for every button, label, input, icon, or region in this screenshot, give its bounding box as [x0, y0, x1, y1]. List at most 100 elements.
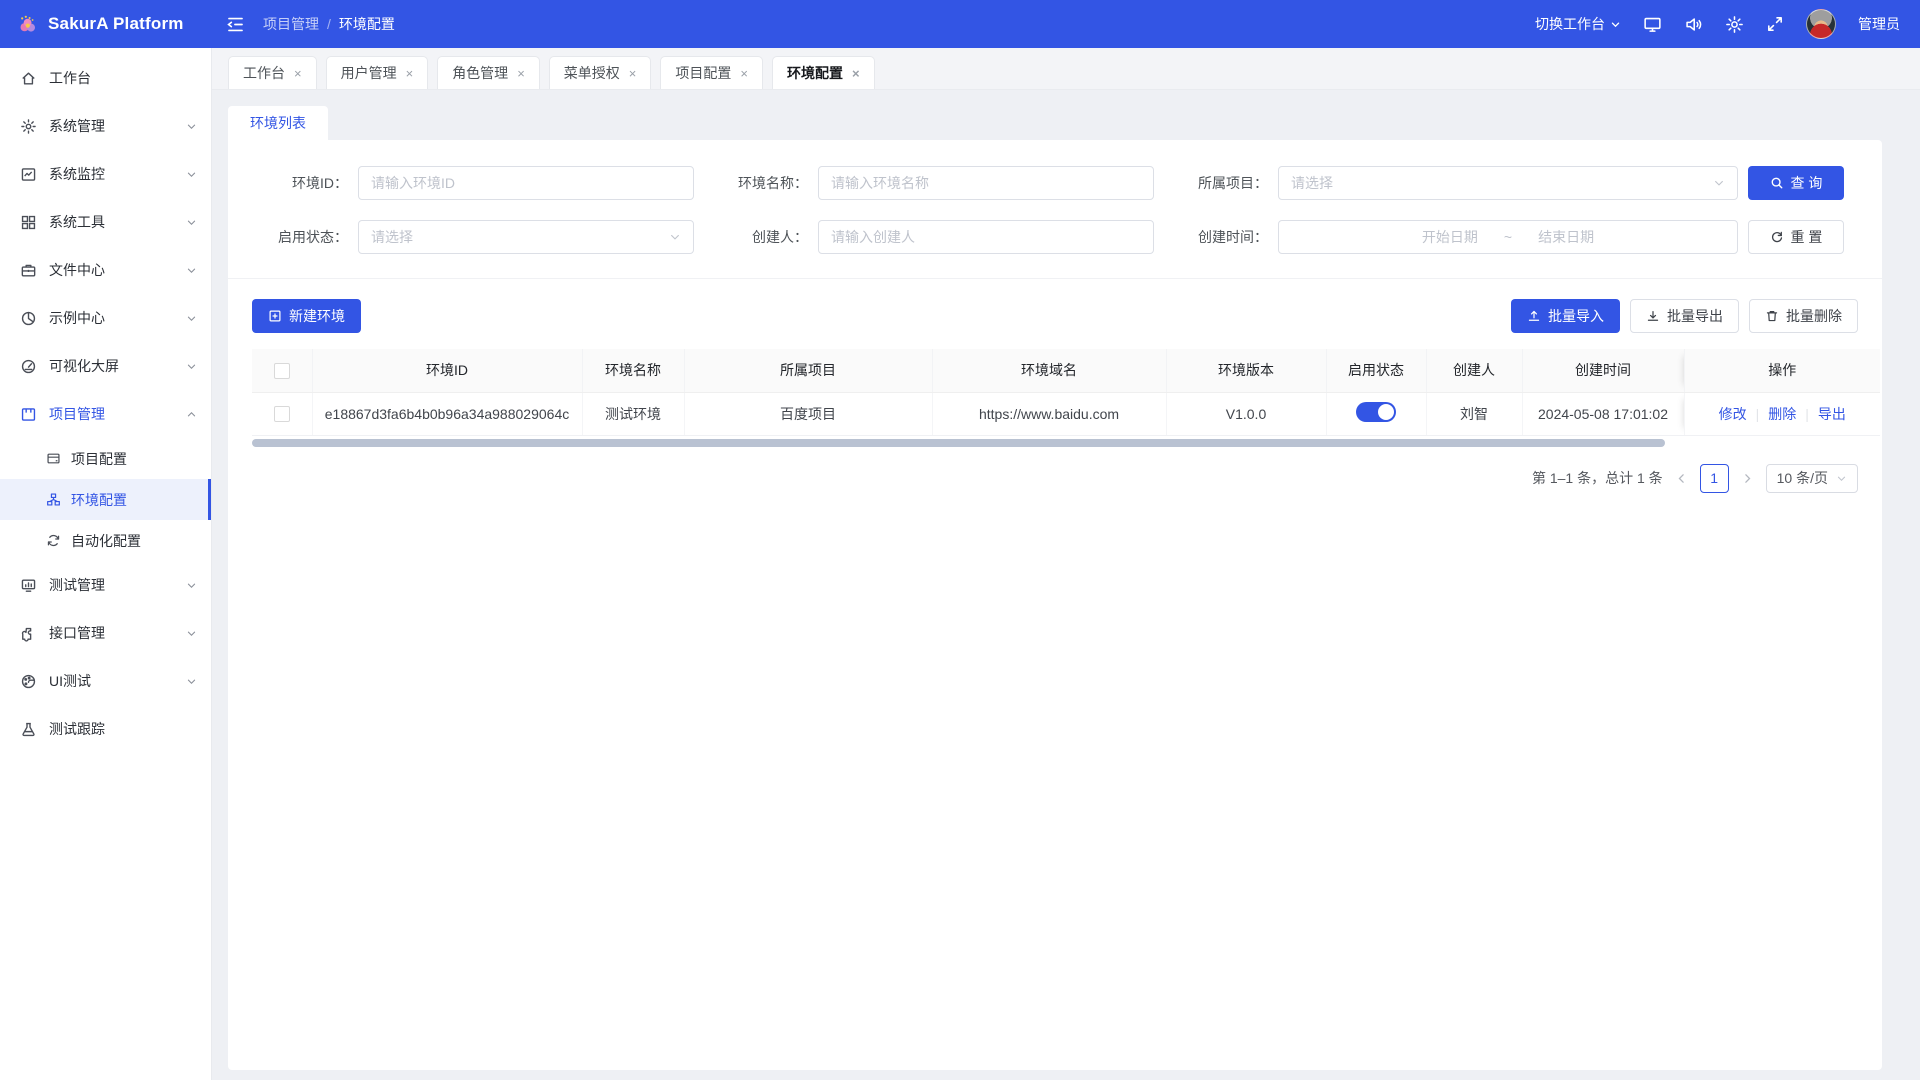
close-icon[interactable]: ×	[517, 66, 525, 81]
scrollbar-thumb[interactable]	[252, 439, 1665, 447]
status-label: 启用状态：	[252, 227, 348, 247]
flask-icon	[20, 721, 37, 738]
batch-export-button[interactable]: 批量导出	[1630, 299, 1739, 333]
brand[interactable]: SakurA Platform	[0, 12, 212, 36]
sidebar-item-system-monitor[interactable]: 系统监控	[0, 150, 211, 198]
batch-delete-label: 批量删除	[1786, 306, 1842, 326]
horizontal-scrollbar	[252, 439, 1858, 447]
sidebar-item-workbench[interactable]: 工作台	[0, 54, 211, 102]
reset-button[interactable]: 重 置	[1748, 220, 1844, 254]
column-header-env-id: 环境ID	[312, 349, 582, 392]
batch-import-label: 批量导入	[1548, 306, 1604, 326]
tab-environment-config[interactable]: 环境配置 ×	[772, 56, 875, 89]
close-icon[interactable]: ×	[740, 66, 748, 81]
search-icon	[1770, 176, 1784, 190]
row-checkbox[interactable]	[274, 406, 290, 422]
batch-delete-button[interactable]: 批量删除	[1749, 299, 1858, 333]
speaker-icon[interactable]	[1684, 15, 1703, 34]
chevron-down-icon	[186, 628, 197, 639]
created-time-label: 创建时间：	[1164, 227, 1268, 247]
creator-label: 创建人：	[704, 227, 808, 247]
sidebar-subitem-environment-config[interactable]: 环境配置	[0, 479, 211, 520]
sidebar-subitem-project-config[interactable]: 项目配置	[0, 438, 211, 479]
gear-icon[interactable]	[1725, 15, 1744, 34]
panel-tab-environment-list[interactable]: 环境列表	[228, 106, 328, 140]
table-header-row: 环境ID 环境名称 所属项目 环境域名 环境版本 启用状态 创建人 创建时间 操…	[252, 349, 1880, 392]
chevron-down-icon	[669, 231, 681, 243]
export-link[interactable]: 导出	[1818, 404, 1846, 424]
project-select[interactable]: 请选择	[1278, 166, 1738, 200]
close-icon[interactable]: ×	[294, 66, 302, 81]
status-select[interactable]: 请选择	[358, 220, 694, 254]
sidebar-item-label: 环境配置	[71, 490, 194, 510]
puzzle-icon	[20, 625, 37, 642]
briefcase-icon	[20, 262, 37, 279]
chevron-down-icon	[1836, 473, 1847, 484]
tab-project-config[interactable]: 项目配置 ×	[660, 56, 763, 89]
sidebar-item-label: 自动化配置	[71, 531, 197, 551]
sidebar: 工作台 系统管理 系统监控 系统工具	[0, 48, 212, 1080]
switch-workspace-button[interactable]: 切换工作台	[1535, 14, 1621, 34]
chevron-down-icon	[186, 169, 197, 180]
home-icon	[20, 70, 37, 87]
environment-list-card: 环境ID： 环境名称： 所属项目： 请选择	[228, 140, 1882, 1070]
new-environment-label: 新建环境	[289, 306, 345, 326]
sidebar-item-label: 项目管理	[49, 404, 174, 424]
search-button[interactable]: 查 询	[1748, 166, 1844, 200]
chevron-down-icon	[1713, 177, 1725, 189]
sidebar-item-ui-test[interactable]: UI测试	[0, 657, 211, 705]
sidebar-item-system-management[interactable]: 系统管理	[0, 102, 211, 150]
sidebar-item-label: 系统管理	[49, 116, 174, 136]
sidebar-subitem-automation-config[interactable]: 自动化配置	[0, 520, 211, 561]
project-icon	[20, 406, 37, 423]
env-name-input[interactable]	[818, 166, 1154, 200]
test-monitor-icon	[20, 577, 37, 594]
panel-tab-label: 环境列表	[250, 113, 306, 133]
fullscreen-icon[interactable]	[1766, 15, 1784, 33]
sidebar-item-file-center[interactable]: 文件中心	[0, 246, 211, 294]
sidebar-item-project-management[interactable]: 项目管理	[0, 390, 211, 438]
column-header-creator: 创建人	[1426, 349, 1522, 392]
sidebar-item-visual-dashboard[interactable]: 可视化大屏	[0, 342, 211, 390]
prev-page-icon[interactable]	[1675, 472, 1688, 485]
monitor-icon[interactable]	[1643, 15, 1662, 34]
trash-icon	[1765, 309, 1779, 323]
env-id-input[interactable]	[358, 166, 694, 200]
close-icon[interactable]: ×	[852, 66, 860, 81]
page-number[interactable]: 1	[1700, 464, 1729, 493]
close-icon[interactable]: ×	[629, 66, 637, 81]
delete-link[interactable]: 删除	[1768, 404, 1796, 424]
page-size-select[interactable]: 10 条/页	[1766, 464, 1858, 493]
batch-import-button[interactable]: 批量导入	[1511, 299, 1620, 333]
avatar[interactable]	[1806, 9, 1836, 39]
tab-user-management[interactable]: 用户管理 ×	[326, 56, 429, 89]
close-icon[interactable]: ×	[406, 66, 414, 81]
creator-input[interactable]	[818, 220, 1154, 254]
sidebar-collapse-icon[interactable]	[226, 15, 245, 34]
reset-button-label: 重 置	[1791, 227, 1823, 247]
sidebar-item-system-tools[interactable]: 系统工具	[0, 198, 211, 246]
tab-workbench[interactable]: 工作台 ×	[228, 56, 317, 89]
edit-link[interactable]: 修改	[1719, 404, 1747, 424]
chevron-down-icon	[1610, 19, 1621, 30]
column-header-domain: 环境域名	[932, 349, 1166, 392]
username[interactable]: 管理员	[1858, 14, 1900, 34]
select-all-checkbox[interactable]	[274, 363, 290, 379]
download-icon	[1646, 309, 1660, 323]
sidebar-item-label: UI测试	[49, 671, 174, 691]
sidebar-item-test-management[interactable]: 测试管理	[0, 561, 211, 609]
sidebar-item-api-management[interactable]: 接口管理	[0, 609, 211, 657]
enabled-toggle[interactable]	[1356, 402, 1396, 422]
sidebar-item-test-tracking[interactable]: 测试跟踪	[0, 705, 211, 753]
new-environment-button[interactable]: 新建环境	[252, 299, 361, 333]
tab-role-management[interactable]: 角色管理 ×	[437, 56, 540, 89]
table-toolbar: 新建环境 批量导入 批量导出	[252, 299, 1858, 333]
tab-menu-authorization[interactable]: 菜单授权 ×	[549, 56, 652, 89]
sidebar-item-example-center[interactable]: 示例中心	[0, 294, 211, 342]
breadcrumb-section[interactable]: 项目管理	[263, 14, 319, 34]
refresh-icon	[1770, 230, 1784, 244]
date-range-picker[interactable]: 开始日期 ~ 结束日期	[1278, 220, 1738, 254]
switch-workspace-label: 切换工作台	[1535, 14, 1605, 34]
column-header-status: 启用状态	[1326, 349, 1426, 392]
next-page-icon[interactable]	[1741, 472, 1754, 485]
